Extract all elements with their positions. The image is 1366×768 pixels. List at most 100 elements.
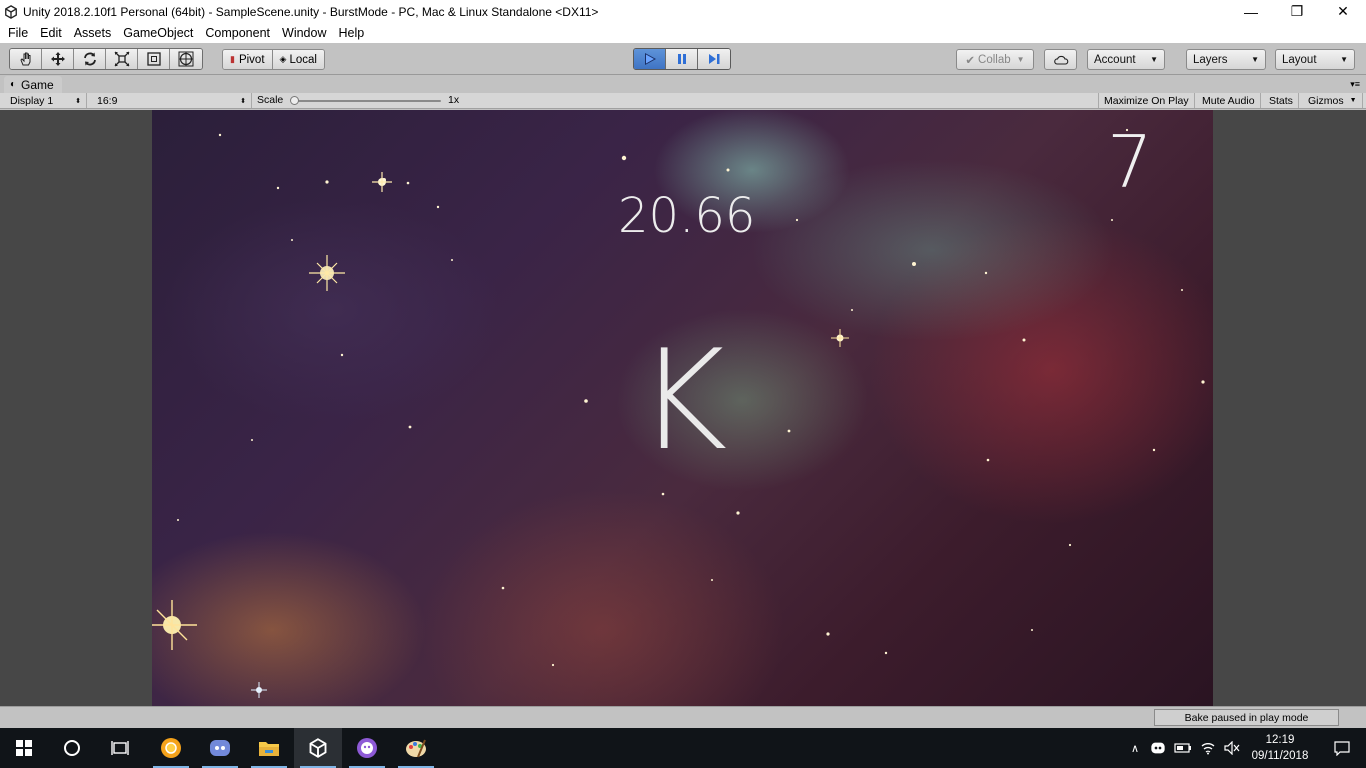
tab-game[interactable]: ◐ Game [4, 76, 62, 93]
account-dropdown[interactable]: Account ▼ [1087, 49, 1165, 70]
wifi-icon[interactable] [1200, 741, 1216, 755]
cortana-button[interactable] [48, 728, 96, 768]
cloud-button[interactable] [1044, 49, 1077, 70]
chevron-down-icon: ▼ [1340, 55, 1348, 64]
unity-icon [309, 738, 327, 758]
display-label: Display 1 [10, 94, 54, 107]
close-button[interactable]: ✕ [1320, 0, 1366, 23]
file-explorer-icon [259, 742, 279, 756]
scale-slider-track[interactable] [292, 100, 441, 102]
close-icon: ✕ [1337, 3, 1349, 19]
bake-status: Bake paused in play mode [1154, 709, 1339, 726]
display-dropdown[interactable]: Display 1 ⬍ [5, 93, 87, 108]
collab-dropdown[interactable]: ✔ Collab ▼ [956, 49, 1034, 70]
playmode-controls [633, 48, 731, 70]
clock-date: 09/11/2018 [1251, 750, 1309, 762]
rect-tool-button[interactable] [138, 49, 170, 69]
transform-tool-icon [178, 51, 194, 67]
layers-label: Layers [1193, 53, 1228, 66]
pivot-icon: ▮ [230, 54, 235, 64]
taskbar-clock[interactable]: 12:19 09/11/2018 [1240, 732, 1320, 764]
menu-gameobject[interactable]: GameObject [117, 26, 199, 40]
pause-button[interactable] [666, 49, 698, 69]
menu-file[interactable]: File [2, 26, 34, 40]
transform-tools [9, 48, 203, 70]
taskbar-unity[interactable] [294, 728, 342, 768]
menu-help[interactable]: Help [332, 26, 370, 40]
maximize-label: Maximize On Play [1104, 94, 1189, 107]
chevron-down-icon: ▼ [1251, 55, 1259, 64]
game-viewport[interactable]: 7 20.66 K [152, 110, 1213, 706]
tab-game-label: Game [21, 77, 54, 92]
pivot-label: Pivot [238, 53, 265, 66]
bake-status-text: Bake paused in play mode [1184, 711, 1309, 724]
menu-bar: File Edit Assets GameObject Component Wi… [0, 23, 1366, 43]
rotate-tool-icon [83, 52, 96, 66]
transform-tool-button[interactable] [170, 49, 202, 69]
layout-label: Layout [1282, 53, 1317, 66]
status-bar: Bake paused in play mode [0, 706, 1366, 728]
updown-arrows-icon: ⬍ [75, 97, 81, 105]
menu-assets[interactable]: Assets [68, 26, 118, 40]
gizmos-label: Gizmos [1308, 94, 1344, 107]
menu-edit[interactable]: Edit [34, 26, 68, 40]
hud-letter: K [637, 320, 728, 481]
menu-window[interactable]: Window [276, 26, 332, 40]
scale-tool-button[interactable] [106, 49, 138, 69]
taskbar-paint[interactable] [392, 728, 440, 768]
game-view-toolbar: Display 1 ⬍ 16:9 ⬍ Scale 1x Maximize On … [0, 93, 1366, 109]
window-titlebar: Unity 2018.2.10f1 Personal (64bit) - Sam… [0, 0, 1366, 23]
chrome-canary-icon [161, 738, 181, 758]
gizmos-dropdown[interactable]: Gizmos ▼ [1303, 93, 1363, 108]
window-title: Unity 2018.2.10f1 Personal (64bit) - Sam… [23, 4, 599, 19]
step-button[interactable] [698, 49, 730, 69]
hud-timer: 20.66 [618, 188, 756, 244]
notification-icon [1334, 741, 1350, 756]
scale-tool-icon [114, 51, 129, 67]
scale-slider-handle[interactable] [290, 96, 299, 105]
taskbar-chrome-canary[interactable] [147, 728, 195, 768]
game-controller-icon: ◐ [10, 79, 17, 90]
updown-arrows-icon: ⬍ [240, 97, 246, 105]
account-label: Account [1094, 53, 1136, 66]
game-view[interactable]: 7 20.66 K [0, 110, 1366, 706]
battery-icon[interactable] [1174, 742, 1192, 754]
tab-menu-icon[interactable]: ▾≡ [1350, 79, 1360, 90]
play-button[interactable] [634, 49, 666, 69]
start-button[interactable] [0, 728, 48, 768]
chevron-down-icon: ▼ [1150, 55, 1158, 64]
pivot-toggle[interactable]: ▮ Pivot [223, 50, 273, 69]
hand-tool-button[interactable] [10, 49, 42, 69]
game-tab-bar: ◐ Game ▾≡ [0, 76, 1366, 93]
mute-audio-toggle[interactable]: Mute Audio [1197, 93, 1261, 108]
show-hidden-icons-icon[interactable]: ∧ [1126, 742, 1144, 755]
task-view-button[interactable] [96, 728, 144, 768]
move-tool-button[interactable] [42, 49, 74, 69]
restore-button[interactable]: ❐ [1274, 0, 1320, 23]
stats-toggle[interactable]: Stats [1264, 93, 1299, 108]
cortana-icon [64, 740, 80, 756]
taskbar-file-explorer[interactable] [245, 728, 293, 768]
minimize-button[interactable]: — [1228, 0, 1274, 23]
local-toggle[interactable]: ◈ Local [272, 50, 324, 69]
local-icon: ◈ [279, 54, 287, 64]
layout-dropdown[interactable]: Layout ▼ [1275, 49, 1355, 70]
unity-logo-icon [5, 4, 17, 19]
pause-icon [677, 54, 686, 64]
clock-time: 12:19 [1265, 734, 1295, 746]
collab-label: Collab [978, 53, 1011, 66]
task-view-icon [111, 741, 129, 755]
layers-dropdown[interactable]: Layers ▼ [1186, 49, 1266, 70]
taskbar-discord[interactable] [196, 728, 244, 768]
system-tray: ∧ [1126, 728, 1240, 768]
rotate-tool-button[interactable] [74, 49, 106, 69]
discord-tray-icon[interactable] [1150, 742, 1166, 754]
action-center-button[interactable] [1318, 728, 1366, 768]
aspect-dropdown[interactable]: 16:9 ⬍ [92, 93, 252, 108]
taskbar-gitkraken[interactable] [343, 728, 391, 768]
menu-component[interactable]: Component [199, 26, 276, 40]
chevron-down-icon: ▼ [1016, 55, 1025, 64]
star-flare-2 [372, 172, 392, 192]
maximize-on-play-toggle[interactable]: Maximize On Play [1098, 93, 1195, 108]
speaker-muted-icon[interactable] [1224, 741, 1240, 755]
